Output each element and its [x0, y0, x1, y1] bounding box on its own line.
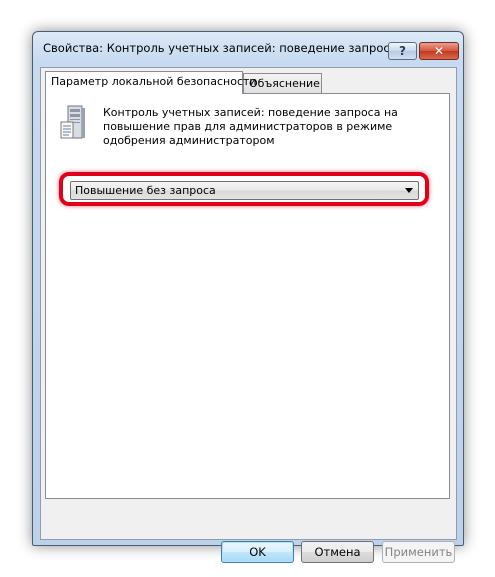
policy-description: Контроль учетных записей: поведение запр… — [103, 106, 398, 147]
help-button[interactable]: ? — [388, 42, 417, 60]
dropdown-selected-value: Повышение без запроса — [75, 184, 216, 197]
elevation-behavior-dropdown[interactable]: Повышение без запроса — [70, 181, 419, 200]
server-policy-icon — [60, 105, 85, 139]
tab-panel: Контроль учетных записей: поведение запр… — [45, 93, 450, 499]
ok-button[interactable]: OK — [221, 541, 294, 563]
apply-button[interactable]: Применить — [382, 541, 455, 563]
cancel-button[interactable]: Отмена — [301, 541, 374, 563]
tab-local-security-setting[interactable]: Параметр локальной безопасности — [45, 71, 257, 94]
properties-dialog: Свойства: Контроль учетных записей: пове… — [32, 31, 464, 563]
dropdown-arrow-icon[interactable] — [405, 188, 413, 193]
highlight-box: Повышение без запроса — [59, 172, 429, 206]
dialog-client-area: Параметр локальной безопасности Объяснен… — [40, 67, 457, 563]
title-bar[interactable]: Свойства: Контроль учетных записей: пове… — [33, 32, 463, 64]
window-title: Свойства: Контроль учетных записей: пове… — [43, 41, 388, 55]
close-button[interactable]: ✕ — [419, 42, 459, 60]
